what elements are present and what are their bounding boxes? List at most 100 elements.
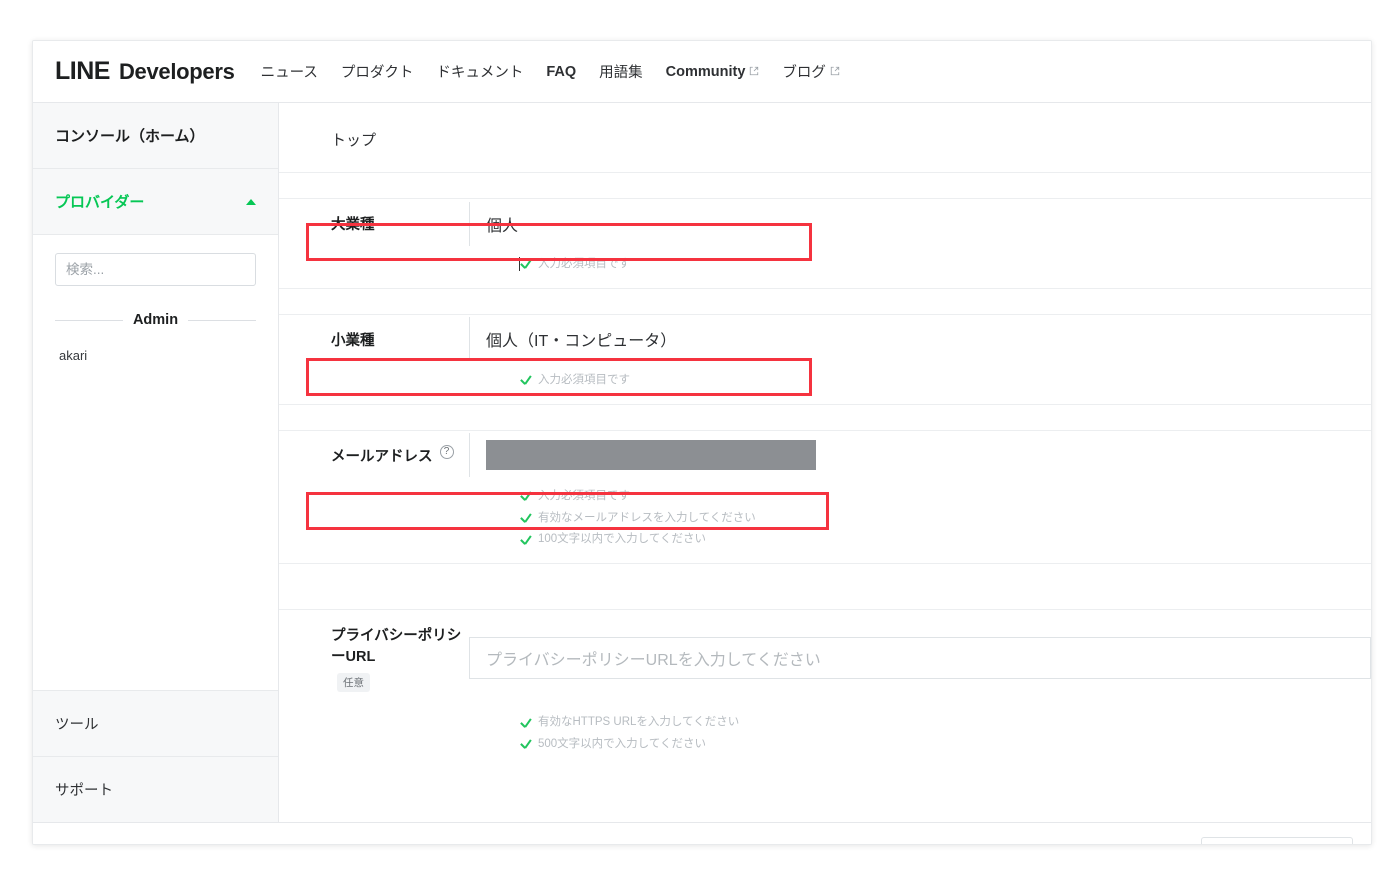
input-minor-industry[interactable]: 個人（IT・コンピュータ）: [469, 317, 1371, 362]
family-site-label: ファミリーサイト: [1214, 844, 1322, 845]
section-spacer: [279, 403, 1371, 430]
sidebar: コンソール（ホーム） プロバイダー Admin akari ツール サポー: [33, 103, 279, 822]
field-wrap-privacy-policy-url: プライバシーポリシーURLを入力してください: [469, 610, 1371, 706]
form-row-minor-industry: 小業種 個人（IT・コンピュータ）: [279, 313, 1371, 364]
section-spacer: [279, 172, 1371, 198]
hints-privacy-policy-url: 有効なHTTPS URLを入力してください 500文字以内で入力してください: [279, 706, 1371, 768]
nav-item-faq-label: FAQ: [546, 63, 577, 80]
check-icon: [521, 718, 532, 729]
line-developers-console-page: LINE Developers ニュース プロダクト ドキュメント FAQ 用語…: [32, 40, 1372, 845]
nav-item-news-label: ニュース: [260, 65, 318, 81]
footer-link-contact-form[interactable]: 「お問い合わせフォーム」: [528, 844, 690, 845]
brand-developers-text: Developers: [118, 59, 235, 84]
input-privacy-policy-url[interactable]: プライバシーポリシーURLを入力してください: [469, 637, 1371, 680]
hint-text: 有効なHTTPS URLを入力してください: [538, 716, 740, 729]
search-input[interactable]: [55, 253, 256, 286]
sidebar-item-console-home[interactable]: コンソール（ホーム）: [33, 103, 278, 169]
sidebar-provider-panel: Admin akari: [33, 235, 278, 690]
label-privacy-policy-url-text: プライバシーポリシーURL: [331, 628, 462, 666]
section-spacer: [279, 287, 1371, 314]
input-minor-industry-value: 個人（IT・コンピュータ）: [486, 333, 677, 351]
global-nav: ニュース プロダクト ドキュメント FAQ 用語集 Community ブログ: [261, 61, 840, 82]
input-privacy-policy-url-placeholder: プライバシーポリシーURLを入力してください: [486, 652, 821, 670]
input-major-industry[interactable]: 個人: [469, 201, 1371, 246]
check-icon: [521, 739, 532, 750]
footer-link-trademark[interactable]: 商標について: [308, 844, 389, 845]
screenshot-root: LINE Developers ニュース プロダクト ドキュメント FAQ 用語…: [0, 0, 1400, 875]
footer-note-prefix: 不具合等の報告は、: [404, 844, 526, 845]
global-footer: © LINE Corporation 規約とポリシー 商標について 不具合等の報…: [33, 822, 1371, 845]
nav-item-news[interactable]: ニュース: [261, 61, 318, 82]
hint-text: 入力必須項目です: [538, 258, 630, 270]
nav-item-blog-label: ブログ: [782, 65, 826, 81]
footer-right: ファミリーサイト: [1170, 836, 1353, 845]
label-major-industry: 大業種: [331, 217, 375, 233]
text-caret: [519, 257, 520, 272]
optional-badge: 任意: [337, 673, 370, 693]
divider-line-right: [188, 319, 257, 321]
language-globe-icon[interactable]: [1171, 842, 1188, 844]
section-spacer: [279, 563, 1371, 609]
form-row-privacy-policy-url: プライバシーポリシーURL 任意 プライバシーポリシーURLを入力してください: [279, 609, 1371, 706]
sidebar-console-home-label: コンソール（ホーム）: [55, 128, 205, 145]
check-icon: [521, 535, 532, 546]
hint-text: 500文字以内で入力してください: [538, 738, 706, 751]
footer-link-terms[interactable]: 規約とポリシー: [197, 844, 292, 845]
help-question-icon[interactable]: ?: [439, 444, 454, 459]
divider-line-left: [55, 319, 123, 321]
nav-item-glossary[interactable]: 用語集: [599, 61, 643, 82]
hints-minor-industry: 入力必須項目です: [279, 364, 1371, 404]
hint-item: 100文字以内で入力してください: [521, 529, 1371, 551]
global-header: LINE Developers ニュース プロダクト ドキュメント FAQ 用語…: [33, 41, 1371, 103]
nav-item-products[interactable]: プロダクト: [341, 61, 414, 82]
sidebar-item-support[interactable]: サポート: [33, 756, 278, 822]
hint-item: 入力必須項目です: [521, 486, 1371, 508]
redaction-overlay: [486, 440, 816, 471]
field-wrap-minor-industry: 個人（IT・コンピュータ）: [469, 315, 1371, 364]
hint-text: 100文字以内で入力してください: [538, 533, 706, 546]
page-body: コンソール（ホーム） プロバイダー Admin akari ツール サポー: [33, 103, 1371, 822]
provider-group-divider: Admin: [55, 312, 257, 328]
hint-text: 有効なメールアドレスを入力してください: [538, 511, 756, 524]
nav-item-glossary-label: 用語集: [599, 65, 643, 81]
hint-item: 500文字以内で入力してください: [521, 734, 1371, 756]
nav-item-faq[interactable]: FAQ: [546, 64, 576, 80]
label-minor-industry: 小業種: [331, 332, 375, 349]
provider-list-item[interactable]: akari: [55, 344, 256, 367]
hint-item: 有効なHTTPS URLを入力してください: [521, 712, 1371, 734]
hint-item: 入力必須項目です: [519, 254, 1371, 276]
nav-item-community[interactable]: Community: [666, 64, 760, 80]
check-icon: [521, 513, 532, 524]
check-icon: [521, 491, 532, 502]
nav-item-blog[interactable]: ブログ: [782, 61, 840, 82]
breadcrumb: トップ: [331, 132, 377, 149]
footer-note-suffix: をご利用ください。: [711, 844, 833, 845]
external-link-icon: [749, 64, 759, 75]
field-wrap-email: [469, 431, 1371, 480]
sidebar-provider-label: プロバイダー: [55, 194, 145, 211]
form-row-email: メールアドレス ?: [279, 429, 1371, 480]
hint-text: 入力必須項目です: [538, 489, 630, 502]
label-email-text: メールアドレス: [331, 448, 433, 465]
nav-item-documents-label: ドキュメント: [436, 65, 524, 81]
hints-email: 入力必須項目です 有効なメールアドレスを入力してください 100文字以内で入力し…: [279, 480, 1371, 564]
footer-left: © LINE Corporation 規約とポリシー 商標について 不具合等の報…: [63, 844, 1170, 845]
hint-item: 入力必須項目です: [521, 370, 1371, 392]
check-icon: [521, 375, 532, 386]
family-site-select[interactable]: ファミリーサイト: [1201, 836, 1353, 845]
input-email[interactable]: [469, 433, 1371, 478]
hints-major-industry: 入力必須項目です: [279, 248, 1371, 288]
main-content: トップ 大業種 個人 入力必須項目です 小業種 個人（IT・コンピュータ） 入力…: [279, 103, 1371, 822]
nav-item-documents[interactable]: ドキュメント: [436, 61, 523, 82]
hint-item: 有効なメールアドレスを入力してください: [521, 508, 1371, 530]
hint-text: 入力必須項目です: [538, 373, 630, 386]
label-email: メールアドレス ?: [279, 431, 469, 480]
brand-line-text: LINE: [55, 57, 110, 85]
sidebar-item-tools[interactable]: ツール: [33, 690, 278, 756]
provider-group-label: Admin: [132, 312, 179, 328]
nav-item-products-label: プロダクト: [340, 65, 414, 81]
external-link-icon: [830, 64, 840, 75]
nav-item-community-label: Community: [665, 63, 746, 80]
brand-logo[interactable]: LINE Developers: [55, 57, 235, 86]
sidebar-item-provider[interactable]: プロバイダー: [33, 169, 278, 235]
